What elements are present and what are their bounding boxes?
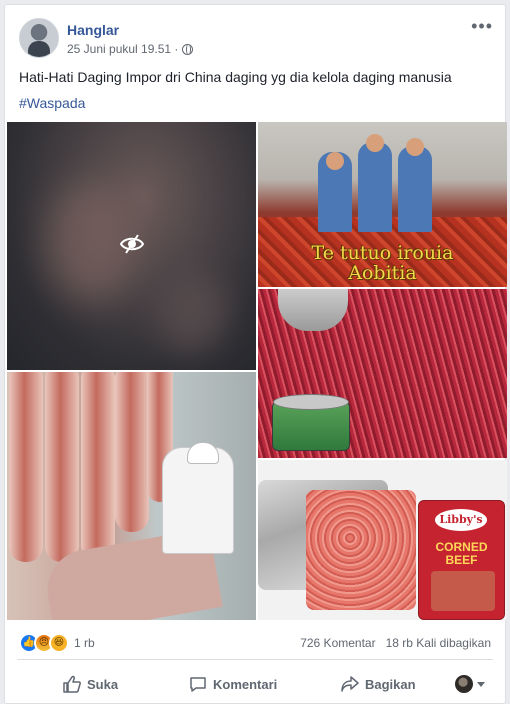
caption-line-1: Te tutuo irouia	[311, 242, 454, 264]
viewer-avatar	[455, 675, 473, 693]
like-button[interactable]: Suka	[63, 669, 118, 699]
post-card: Hanglar 25 Juni pukul 19.51 · ••• Hati-H…	[4, 4, 507, 704]
eye-slash-icon	[119, 234, 145, 254]
photo-police-meat[interactable]: Te tutuo irouia Aobitia	[258, 122, 507, 287]
reactions-summary[interactable]: 👍 😠 😆 1 rb	[19, 633, 95, 653]
thumbs-up-icon	[63, 675, 81, 693]
comment-count[interactable]: 726 Komentar	[300, 636, 375, 650]
share-label: Bagikan	[365, 676, 416, 692]
reaction-as-selector[interactable]	[455, 675, 485, 693]
divider	[17, 659, 493, 660]
author-name[interactable]: Hanglar	[67, 22, 119, 38]
caption-line-2: Aobitia	[348, 262, 417, 284]
photo-carcass-factory[interactable]	[7, 372, 256, 620]
post-timestamp[interactable]: 25 Juni pukul 19.51 ·	[67, 42, 178, 56]
photo-ground-meat[interactable]	[258, 289, 507, 458]
like-label: Suka	[87, 676, 119, 692]
photo-sensitive-blurred[interactable]	[7, 122, 256, 370]
comment-icon	[190, 677, 206, 692]
reaction-count[interactable]: 1 rb	[74, 636, 95, 650]
chevron-down-icon	[477, 681, 485, 687]
libby-logo: Libby's	[435, 509, 487, 531]
more-options-button[interactable]: •••	[471, 17, 493, 35]
haha-reaction-icon: 😆	[49, 633, 69, 653]
comment-label: Komentari	[213, 676, 278, 692]
libby-label: CORNED BEEF	[435, 540, 488, 567]
share-icon	[341, 676, 359, 692]
photo-caption: Te tutuo irouia Aobitia	[258, 243, 507, 283]
post-stats: 726 Komentar 18 rb Kali dibagikan	[300, 636, 491, 650]
corned-beef-can: Libby's CORNED BEEF	[418, 500, 505, 620]
share-count[interactable]: 18 rb Kali dibagikan	[386, 636, 491, 650]
comment-button[interactable]: Komentari	[189, 669, 277, 699]
post-text: Hati-Hati Daging Impor dri China daging …	[19, 69, 452, 85]
action-bar: Suka Komentari Bagikan	[17, 667, 493, 701]
photo-corned-beef[interactable]: Libby's CORNED BEEF	[258, 460, 507, 620]
globe-icon	[182, 43, 194, 55]
share-button[interactable]: Bagikan	[341, 669, 416, 699]
hashtag-link[interactable]: #Waspada	[19, 95, 85, 111]
author-avatar[interactable]	[19, 18, 59, 58]
post-meta: 25 Juni pukul 19.51 ·	[67, 42, 194, 56]
